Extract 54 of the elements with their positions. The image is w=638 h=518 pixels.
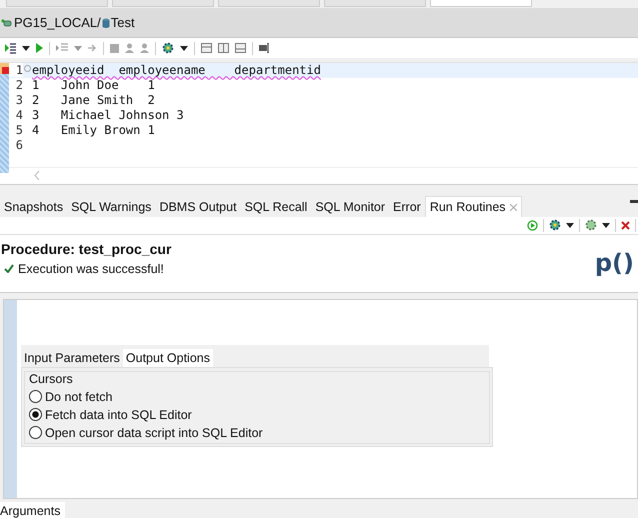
- dropdown-icon[interactable]: [22, 46, 30, 51]
- execute-icon[interactable]: [4, 42, 16, 54]
- view-tab[interactable]: SQL Recall: [240, 196, 312, 218]
- radio-option[interactable]: Open cursor data script into SQL Editor: [29, 426, 485, 440]
- gear-icon[interactable]: [162, 42, 174, 54]
- radio-option[interactable]: Do not fetch: [29, 390, 485, 404]
- radio-button[interactable]: [29, 390, 42, 404]
- status-message: Execution was successful!: [18, 262, 164, 276]
- group-label: Cursors: [29, 372, 74, 386]
- text-cursor-icon[interactable]: [259, 43, 271, 54]
- view-tab[interactable]: SQL Monitor: [311, 196, 390, 218]
- procedure-logo: p(): [594, 248, 634, 277]
- user-icon[interactable]: [140, 43, 149, 54]
- options-tab[interactable]: Output Options: [122, 348, 213, 367]
- procedure-title: Procedure: test_proc_cur: [1, 240, 172, 257]
- database-name[interactable]: Test: [110, 15, 135, 30]
- gear-icon[interactable]: [585, 219, 597, 232]
- close-icon[interactable]: [621, 220, 630, 230]
- arguments-tab[interactable]: Arguments: [0, 502, 66, 518]
- radio-button[interactable]: [29, 426, 42, 440]
- dropdown-icon[interactable]: [180, 46, 188, 51]
- step-icon[interactable]: [56, 43, 68, 54]
- run-icon[interactable]: [36, 43, 43, 54]
- code-line: 1 John Doe 1: [32, 78, 155, 92]
- connection-icon: [1, 18, 13, 28]
- close-icon[interactable]: [510, 204, 517, 211]
- view-tab[interactable]: Error: [389, 196, 425, 218]
- view-tab[interactable]: DBMS Output: [155, 196, 241, 218]
- stop-icon[interactable]: [110, 44, 119, 53]
- line-number: 1: [9, 63, 23, 78]
- database-icon: [102, 18, 110, 28]
- connection-name[interactable]: PG15_LOCAL/: [14, 15, 101, 30]
- gear-icon[interactable]: [549, 219, 561, 232]
- arrow-icon[interactable]: [88, 44, 97, 52]
- layout-icon[interactable]: [235, 43, 246, 54]
- check-icon: [4, 264, 14, 274]
- layout-icon[interactable]: [201, 43, 212, 54]
- dropdown-icon[interactable]: [566, 222, 574, 228]
- user-icon[interactable]: [125, 43, 134, 54]
- code-line: 3 Michael Johnson 3: [32, 108, 184, 122]
- view-tab[interactable]: SQL Warnings: [67, 196, 156, 218]
- code-line: 2 Jane Smith 2: [32, 93, 155, 108]
- radio-button[interactable]: [29, 408, 42, 422]
- view-tab[interactable]: Snapshots: [0, 196, 68, 218]
- error-icon: [0, 62, 9, 74]
- layout-icon[interactable]: [218, 43, 229, 54]
- code-line: employeeid employeename departmentid: [32, 63, 321, 78]
- minimize-icon[interactable]: [630, 200, 638, 204]
- radio-option[interactable]: Fetch data into SQL Editor: [29, 408, 485, 422]
- code-line: 4 Emily Brown 1: [32, 123, 155, 138]
- view-tab[interactable]: Run Routines: [424, 196, 522, 218]
- run-icon[interactable]: [527, 220, 538, 231]
- dropdown-icon[interactable]: [602, 222, 610, 228]
- options-tab[interactable]: Input Parameters: [21, 348, 123, 367]
